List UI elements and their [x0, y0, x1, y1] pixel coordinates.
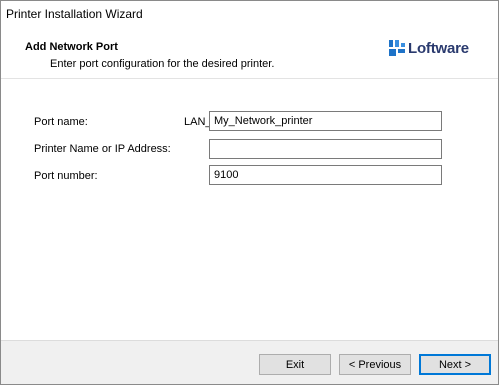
- port-name-input[interactable]: [209, 111, 442, 131]
- exit-button[interactable]: Exit: [259, 354, 331, 375]
- previous-button[interactable]: < Previous: [339, 354, 411, 375]
- logo-text: Loftware: [408, 39, 469, 57]
- loftware-logo-icon: [389, 40, 405, 56]
- port-name-label: Port name:: [34, 116, 88, 128]
- loftware-logo: Loftware: [389, 39, 469, 57]
- port-name-prefix: LAN_: [184, 116, 212, 128]
- wizard-window: Printer Installation Wizard Add Network …: [0, 0, 499, 385]
- port-number-label: Port number:: [34, 170, 98, 182]
- window-title: Printer Installation Wizard: [6, 7, 143, 21]
- printer-address-label: Printer Name or IP Address:: [34, 143, 171, 155]
- title-bar: Printer Installation Wizard: [1, 1, 498, 29]
- next-button[interactable]: Next >: [419, 354, 491, 375]
- port-number-input[interactable]: [209, 165, 442, 185]
- wizard-header: Add Network Port Enter port configuratio…: [1, 29, 498, 78]
- header-divider: [1, 78, 498, 79]
- wizard-footer: Exit < Previous Next >: [1, 340, 498, 384]
- page-title: Add Network Port: [25, 41, 118, 53]
- page-subtitle: Enter port configuration for the desired…: [50, 58, 275, 70]
- printer-address-input[interactable]: [209, 139, 442, 159]
